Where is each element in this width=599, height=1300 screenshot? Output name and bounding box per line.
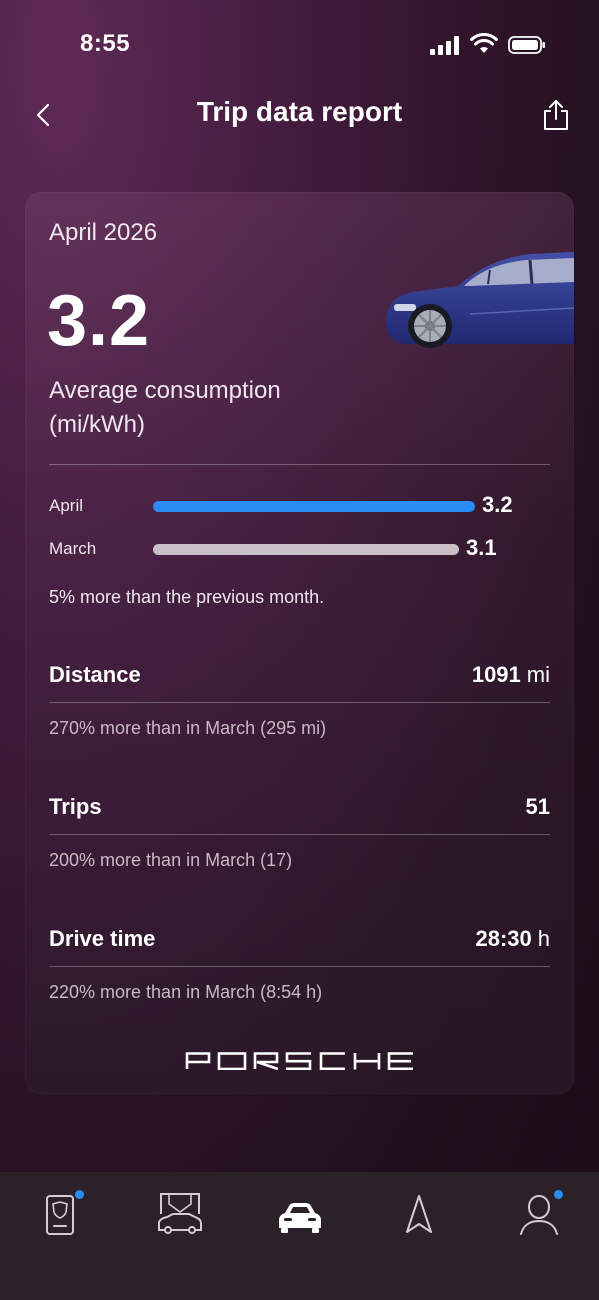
header: Trip data report [0,90,599,140]
stat-drive-time: Drive time 28:30 h [49,926,550,956]
comparison-bar-march: March 3.1 [49,535,550,561]
stat-sub-distance: 270% more than in March (295 mi) [49,718,327,738]
car-service-icon [158,1193,202,1234]
stat-value-drive-time: 28:30 h [475,926,550,951]
divider [49,834,550,835]
bar-value-march: 3.1 [466,535,497,560]
stat-sub-trips: 200% more than in March (17) [49,850,293,870]
share-button[interactable] [540,98,572,132]
average-consumption-label: Average consumption (mi/kWh) [49,377,281,438]
nav-car[interactable] [275,1190,325,1240]
bar-fill-march [153,544,459,555]
notification-badge [554,1190,563,1199]
navigation-arrow-icon [406,1195,432,1233]
comparison-text: 5% more than the previous month. [49,587,325,607]
report-month: April 2026 [49,219,158,246]
nav-navigation[interactable] [394,1190,444,1240]
status-time: 8:55 [80,30,131,57]
stat-label-distance: Distance [49,662,141,687]
stat-value-distance: 1091 mi [471,662,550,687]
average-consumption-value: 3.2 [47,281,151,361]
page-title: Trip data report [196,96,403,127]
bottom-navigation [0,1172,599,1300]
stat-label-trips: Trips [49,794,102,819]
stat-distance: Distance 1091 mi [49,662,550,692]
wifi-icon [470,33,498,53]
nav-car-service[interactable] [155,1190,205,1240]
bar-label-march: March [49,539,97,558]
status-bar: 8:55 [0,0,599,90]
nav-profile[interactable] [514,1190,564,1240]
stat-label-drive-time: Drive time [49,926,156,951]
divider [49,702,550,703]
stat-value-trips: 51 [525,794,550,819]
divider [49,966,550,967]
car-icon [279,1203,321,1233]
comparison-bar-april: April 3.2 [49,492,550,518]
notification-badge [75,1190,84,1199]
porsche-logo [185,1052,413,1070]
bar-fill-april [153,501,475,512]
nav-vehicle-card[interactable] [35,1190,85,1240]
stat-trips: Trips 51 [49,794,550,824]
bar-label-april: April [49,496,84,515]
car-image [386,252,574,348]
stat-sub-drive-time: 220% more than in March (8:54 h) [49,982,323,1002]
cellular-signal-icon [430,35,460,55]
divider [49,464,550,465]
battery-icon [508,36,545,54]
bar-value-april: 3.2 [482,492,513,517]
trip-report-card: April 2026 3.2 Average consumption (mi/k… [25,192,574,1094]
